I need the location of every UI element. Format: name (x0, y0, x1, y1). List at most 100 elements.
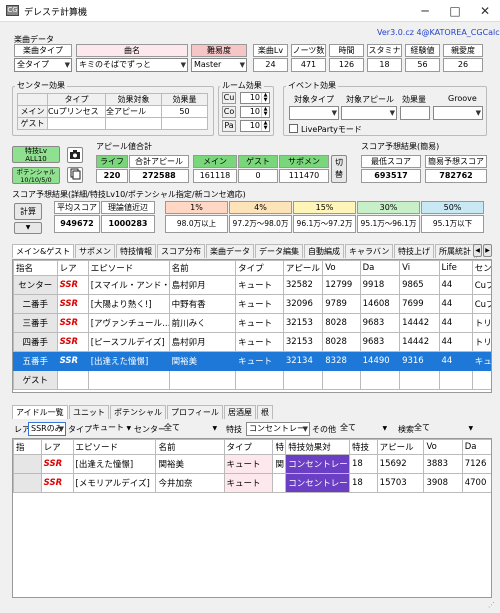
tab-idol-4[interactable]: 居酒屋 (224, 405, 256, 419)
filter-search-select[interactable]: 全て ▼ (414, 422, 484, 436)
camera-icon[interactable] (67, 147, 83, 163)
column-header[interactable]: レア (40, 439, 74, 455)
list-item[interactable]: SSR [出逢えた憧憬] 関裕美 キュート関コンセントレー 18 15692 3883 712… (13, 454, 491, 474)
liveparty-checkbox[interactable] (289, 124, 298, 133)
appeal-support-header: サポメン (279, 155, 329, 168)
column-header[interactable]: エピソード (72, 439, 157, 455)
resize-grip-icon[interactable]: ⋰ (488, 601, 496, 609)
column-header[interactable]: 名前 (155, 439, 225, 455)
event-amount-input[interactable] (400, 106, 430, 120)
tab-main-8[interactable]: 特技上げ (394, 244, 434, 258)
tab-idol-0[interactable]: アイドル一覧 (12, 405, 68, 419)
column-header[interactable]: 特技 (349, 439, 378, 455)
column-header[interactable]: アピール (376, 439, 425, 455)
spinner-arrows-icon[interactable]: ▲ ▼ (261, 121, 269, 131)
tab-scroll-left-button[interactable]: ◀ (473, 244, 482, 257)
tab-idol-2[interactable]: ポテンシャル (110, 405, 166, 419)
tab-idol-1[interactable]: ユニット (69, 405, 109, 419)
cell-vo: 3908 (423, 473, 463, 493)
column-header[interactable]: タイプ (235, 260, 284, 276)
tab-main-1[interactable]: サポメン (75, 244, 115, 258)
tab-main-3[interactable]: スコア分布 (157, 244, 205, 258)
cell-pos[interactable]: 四番手 (13, 332, 58, 352)
table-row[interactable]: センター SSR [スマイル・アンド・ 島村卯月 キュート 32582 12799 9918 9… (13, 275, 491, 295)
copy-icon[interactable] (67, 167, 83, 183)
tab-main-5[interactable]: データ編集 (255, 244, 303, 258)
column-header[interactable]: Da (359, 260, 401, 276)
column-header[interactable]: 指名 (13, 260, 58, 276)
cell-sel[interactable] (13, 473, 42, 493)
column-header[interactable]: タイプ (223, 439, 274, 455)
groove-select[interactable]: ▼ (433, 106, 483, 120)
minimize-button[interactable]: ─ (410, 0, 440, 22)
column-header[interactable]: レア (56, 260, 89, 276)
room-pa-spinner[interactable]: 10 ▲ ▼ (240, 120, 270, 132)
room-co-spinner[interactable]: 10 ▲ ▼ (240, 106, 270, 118)
cell-center: トリコロ (471, 332, 491, 352)
column-header[interactable]: Life (438, 260, 473, 276)
column-header[interactable]: 指 (13, 439, 42, 455)
column-header[interactable]: アピール (282, 260, 324, 276)
table-row[interactable]: 四番手 SSR [ピースフルデイズ] 島村卯月 キュート 32153 8028 9683 144… (13, 332, 491, 352)
cell-pos[interactable]: 三番手 (13, 313, 58, 333)
cell-center (471, 370, 491, 390)
spinner-arrows-icon[interactable]: ▲ ▼ (261, 93, 269, 103)
table-row[interactable]: 五番手 SSR [出逢えた憧憬] 関裕美 キュート 32134 8328 14490 9316 4… (13, 351, 491, 371)
column-header[interactable]: Vo (423, 439, 463, 455)
maximize-button[interactable]: □ (440, 0, 470, 22)
table-row[interactable]: ゲスト (13, 370, 491, 390)
event-appeal-select[interactable]: ▼ (341, 106, 397, 120)
tab-main-2[interactable]: 特技情報 (116, 244, 156, 258)
column-header[interactable]: エピソード (87, 260, 170, 276)
column-header[interactable]: 名前 (168, 260, 237, 276)
tab-main-4[interactable]: 楽曲データ (206, 244, 254, 258)
cell-sel[interactable] (13, 454, 42, 474)
filter-center-select[interactable]: 全て ▼ (164, 422, 224, 436)
list-item[interactable]: SSR [メモリアルデイズ] 今井加奈 キュート コンセントレー 18 15703 3908 4… (13, 473, 491, 493)
liveparty-label: LivePartyモード (301, 125, 362, 134)
filter-rare-select[interactable]: SSRのみ ▼ (28, 422, 66, 436)
filter-other-select[interactable]: 全て ▼ (340, 422, 396, 436)
tab-main-9[interactable]: 所属統計 (435, 244, 475, 258)
cell-pos[interactable]: 五番手 (13, 351, 58, 371)
song-type-select[interactable]: 全タイプ ▼ (14, 58, 72, 72)
skill-lv-button[interactable]: 特技Lv ALL10 (12, 146, 60, 163)
column-header[interactable]: センター (471, 260, 491, 276)
tab-idol-5[interactable]: 根 (257, 405, 273, 419)
notes-value: 471 (291, 58, 326, 72)
close-button[interactable]: ✕ (470, 0, 500, 22)
cell-ep: [大陽より熱く!] (87, 294, 170, 314)
column-header[interactable]: 特 (272, 439, 287, 455)
cell-pos[interactable]: ゲスト (13, 370, 58, 390)
tab-main-7[interactable]: キャラバン (345, 244, 394, 258)
song-name-select[interactable]: キミのそばでずっと ▼ (76, 58, 188, 72)
calc-button[interactable]: 計算 (14, 203, 42, 220)
tab-main-6[interactable]: 自動編成 (304, 244, 344, 258)
pct-header: 1% (165, 201, 228, 214)
appeal-sum-header: 合計アピール (129, 155, 189, 168)
cell-pos[interactable]: センター (13, 275, 58, 295)
switch-button[interactable]: 切替 (331, 155, 347, 183)
cell-name (168, 370, 237, 390)
event-type-select[interactable]: ▼ (289, 106, 339, 120)
difficulty-select[interactable]: Master ▼ (191, 58, 247, 72)
column-header[interactable]: 特技効果対 (285, 439, 351, 455)
calc-dropdown-button[interactable]: ▼ (14, 222, 42, 234)
column-header[interactable]: Da (461, 439, 491, 455)
cell-rare: SSR (56, 294, 89, 314)
cell-pos[interactable]: 二番手 (13, 294, 58, 314)
cell-life: 44 (438, 294, 473, 314)
table-row[interactable]: 三番手 SSR [アヴァンチュール… 前川みく キュート 32153 8028 9683 144… (13, 313, 491, 333)
center-guest-target (105, 117, 162, 130)
potential-button[interactable]: ポテンシャル 10/10/5/0 (12, 167, 60, 184)
column-header[interactable]: Vi (399, 260, 440, 276)
spinner-arrows-icon[interactable]: ▲ ▼ (261, 107, 269, 117)
tab-scroll-right-button[interactable]: ▶ (483, 244, 492, 257)
tab-main-0[interactable]: メイン&ゲスト (12, 244, 75, 258)
table-row[interactable]: 二番手 SSR [大陽より熱く!] 中野有香 キュート 32096 9789 14608 769… (13, 294, 491, 314)
tab-idol-3[interactable]: プロフィール (167, 405, 223, 419)
filter-type-select[interactable]: キュート ▼ (92, 422, 132, 436)
column-header[interactable]: Vo (322, 260, 361, 276)
room-cu-spinner[interactable]: 10 ▲ ▼ (240, 92, 270, 104)
filter-skill-select[interactable]: コンセントレー ▼ (246, 422, 310, 436)
